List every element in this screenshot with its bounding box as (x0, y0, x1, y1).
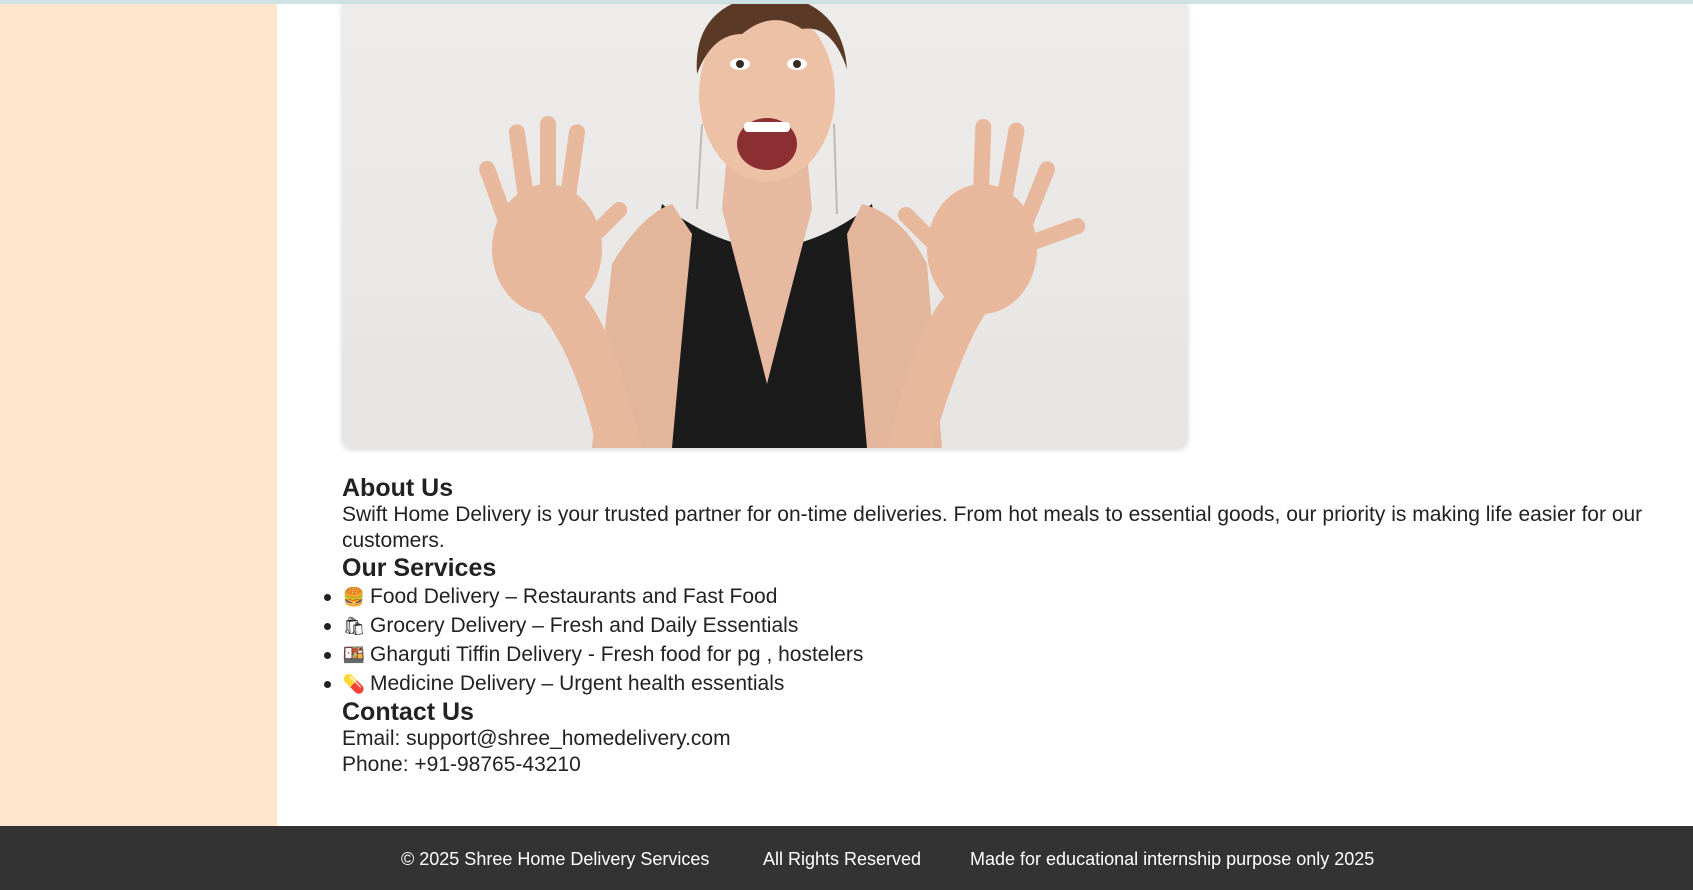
page-footer: © 2025 Shree Home Delivery Services All … (0, 826, 1693, 890)
contact-email: Email: support@shree_homedelivery.com (342, 727, 731, 750)
services-list: 🍔 Food Delivery – Restaurants and Fast Fo… (324, 582, 1682, 698)
pill-icon: 💊 (342, 673, 366, 694)
sidebar-panel (0, 4, 277, 826)
hero-image (342, 4, 1188, 448)
list-item: 🛍 Grocery Delivery – Fresh and Daily Esse… (324, 611, 1682, 640)
hero-photo-illustration (479, 4, 1086, 448)
main-content: About Us Swift Home Delivery is your tru… (277, 4, 1693, 826)
content-section: About Us Swift Home Delivery is your tru… (324, 474, 1682, 778)
tiffin-icon: 🍱 (342, 644, 366, 665)
footer-note: Made for educational internship purpose … (970, 849, 1375, 869)
contact-phone: Phone: +91-98765-43210 (342, 753, 581, 776)
services-heading: Our Services (342, 554, 497, 582)
list-item: 💊 Medicine Delivery – Urgent health essen… (324, 669, 1682, 698)
service-label: Gharguti Tiffin Delivery - Fresh food fo… (370, 643, 864, 666)
contact-heading: Contact Us (342, 698, 474, 726)
service-label: Food Delivery – Restaurants and Fast Foo… (370, 585, 778, 608)
about-heading: About Us (342, 474, 454, 502)
service-label: Medicine Delivery – Urgent health essent… (370, 672, 785, 695)
grocery-icon: 🛍 (342, 615, 366, 636)
footer-copyright: © 2025 Shree Home Delivery Services (401, 849, 710, 869)
burger-icon: 🍔 (342, 586, 366, 607)
footer-rights: All Rights Reserved (763, 849, 922, 869)
about-text: Swift Home Delivery is your trusted part… (342, 503, 1643, 552)
list-item: 🍱 Gharguti Tiffin Delivery - Fresh food f… (324, 640, 1682, 669)
service-label: Grocery Delivery – Fresh and Daily Essen… (370, 614, 799, 637)
list-item: 🍔 Food Delivery – Restaurants and Fast Fo… (324, 582, 1682, 611)
